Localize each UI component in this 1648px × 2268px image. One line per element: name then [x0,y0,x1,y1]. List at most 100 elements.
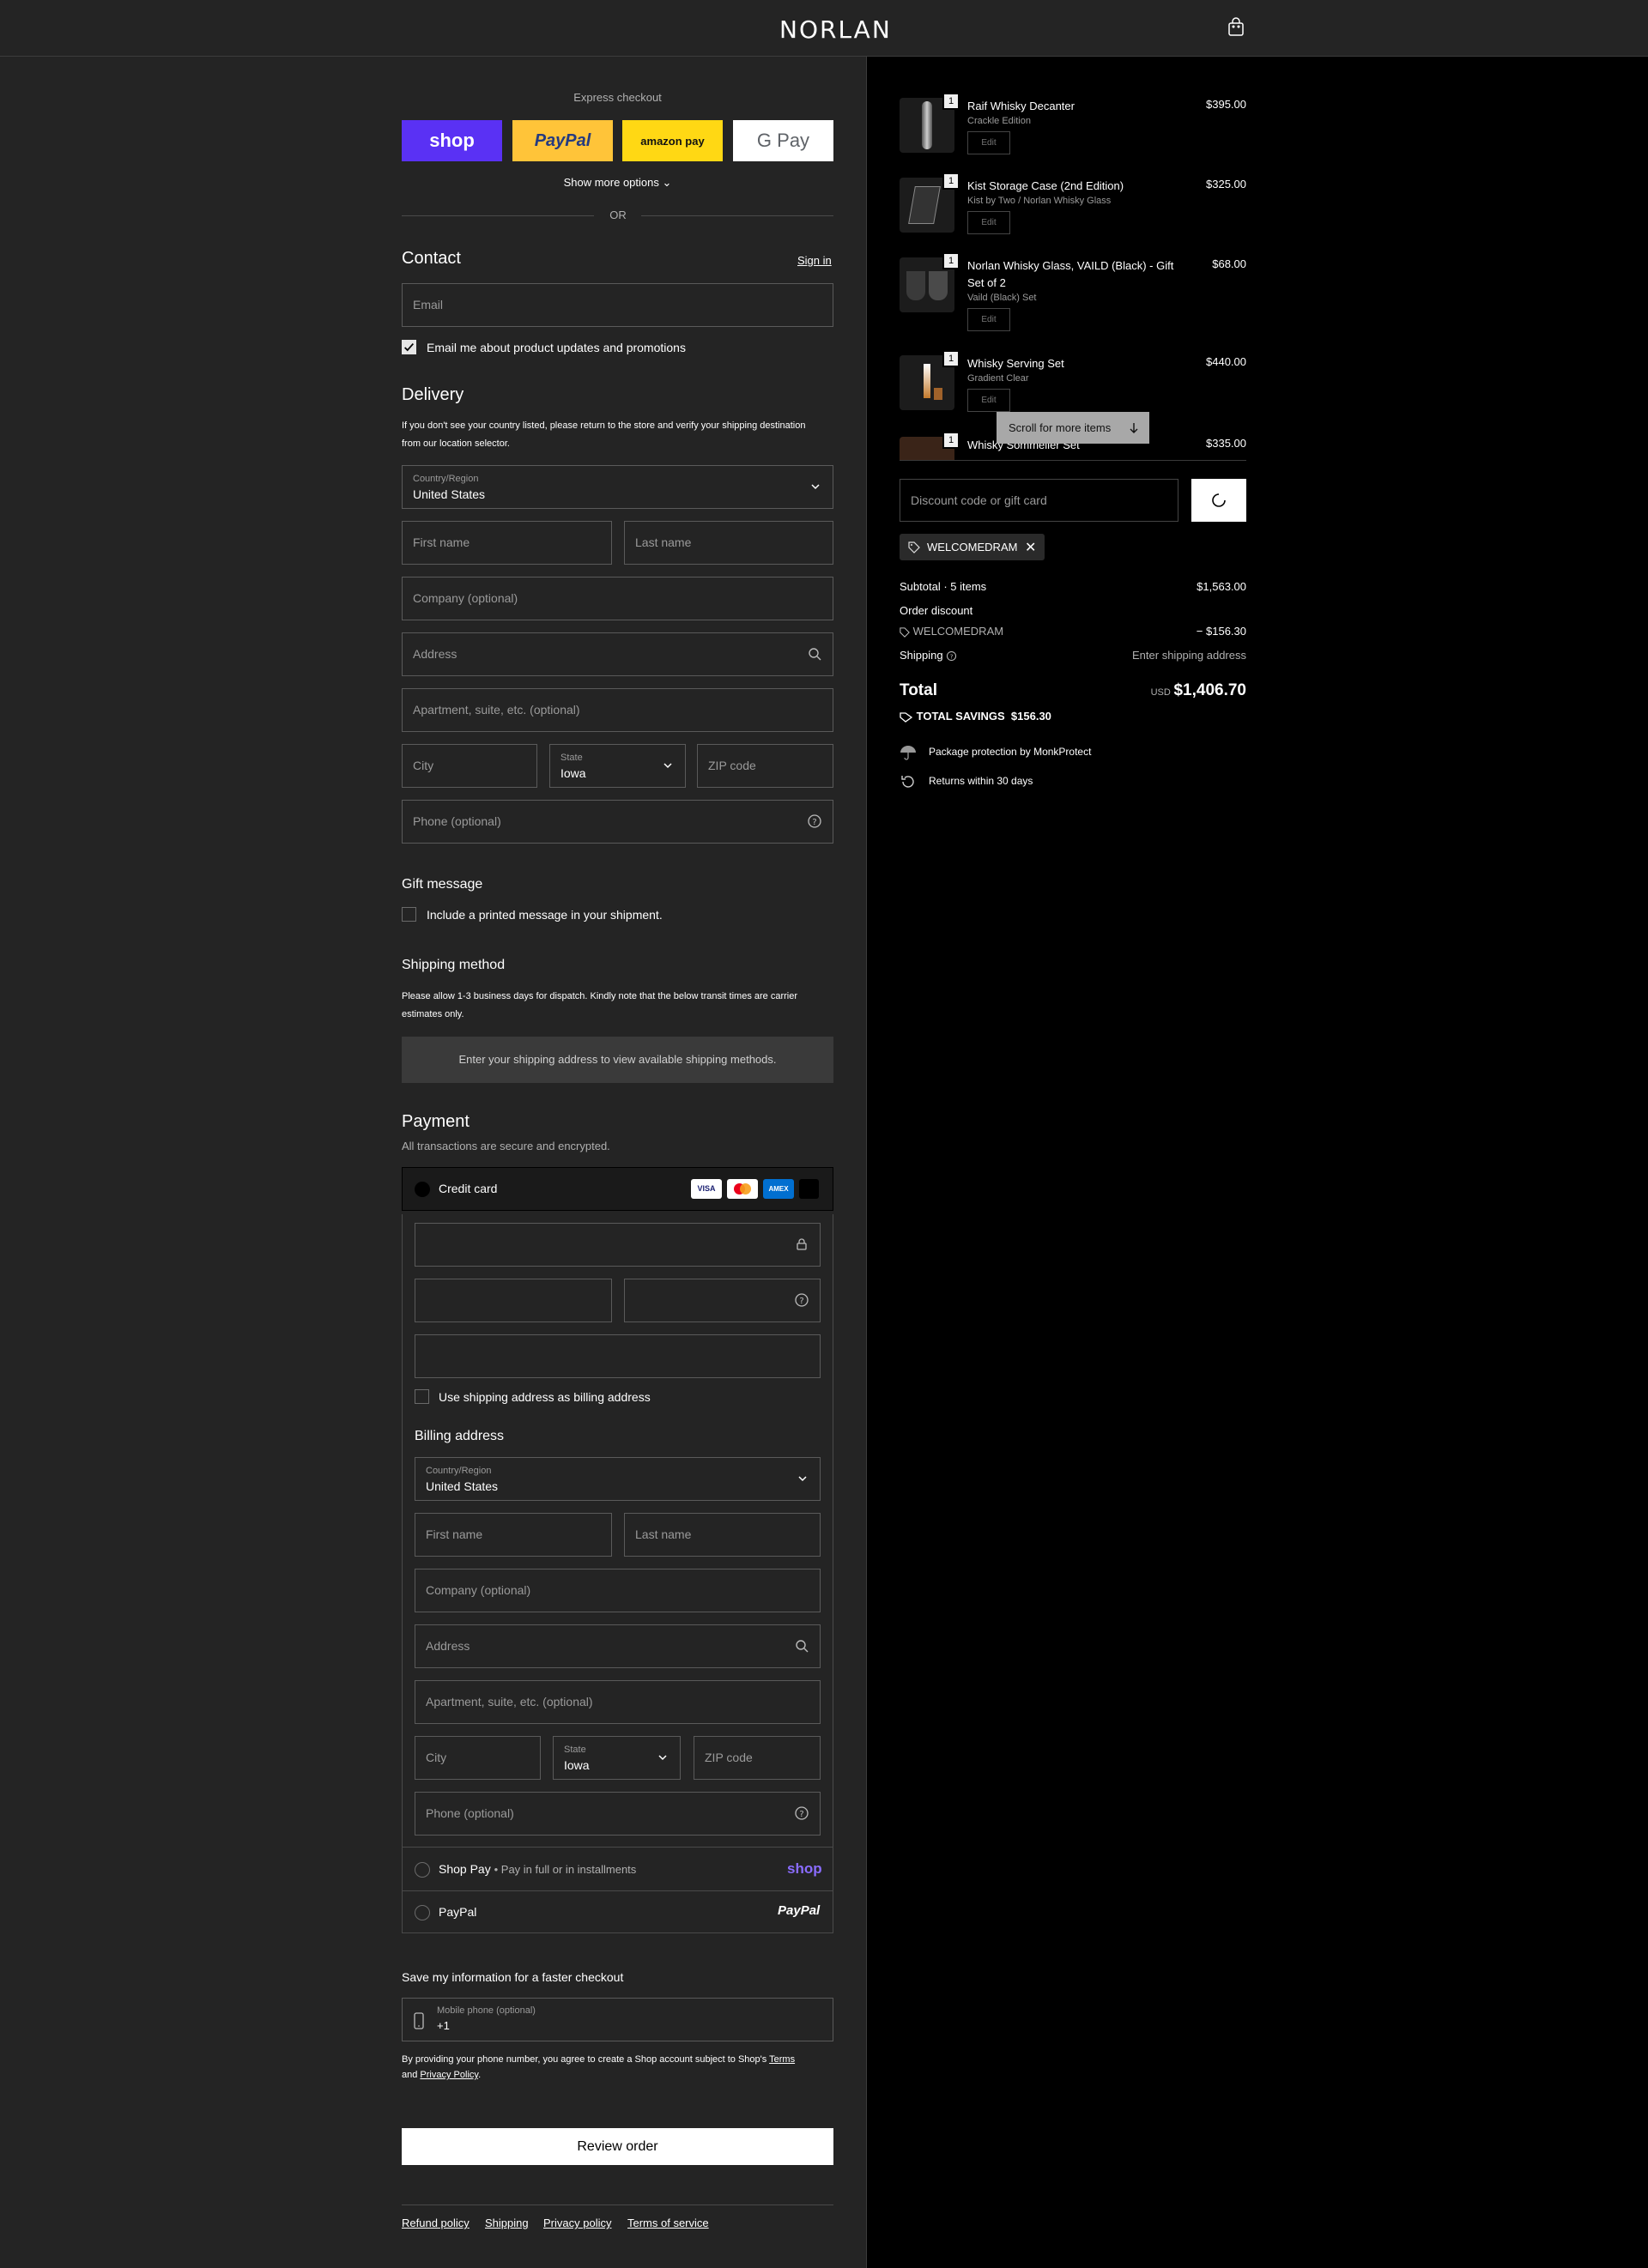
chevron-down-icon [658,1755,667,1761]
billing-zip-field[interactable]: ZIP code [694,1736,821,1780]
billing-apartment-field[interactable]: Apartment, suite, etc. (optional) [415,1680,821,1724]
card-number-field[interactable] [415,1223,821,1267]
expiration-field[interactable] [415,1279,612,1322]
state-select[interactable]: State Iowa [549,744,686,788]
item-name: Kist Storage Case (2nd Edition) [967,179,1124,192]
credit-card-radio[interactable] [415,1182,430,1197]
name-on-card-field[interactable] [415,1334,821,1378]
divider [900,460,1246,461]
terms-of-service-link[interactable]: Terms of service [627,2217,709,2229]
shopping-bag-icon[interactable] [1226,17,1246,38]
gift-message-checkbox[interactable] [402,907,416,922]
discount-row-code: WELCOMEDRAM [912,625,1004,638]
check-icon [404,342,415,352]
billing-phone-field[interactable]: Phone (optional)? [415,1792,821,1836]
help-icon[interactable]: ? [807,813,822,829]
shipping-label: Shipping [900,649,943,662]
divider [402,1847,833,1848]
use-shipping-checkbox[interactable] [415,1389,429,1404]
security-code-field[interactable]: ? [624,1279,821,1322]
city-field[interactable]: City [402,744,537,788]
billing-last-name-field[interactable]: Last name [624,1513,821,1557]
edit-item-button[interactable]: Edit [967,389,1010,412]
item-price: $395.00 [1206,98,1246,111]
show-more-options[interactable]: Show more options ⌄ [402,176,833,190]
terms-end: . [478,2070,482,2080]
newsletter-checkbox[interactable] [402,340,416,354]
arrow-down-icon [1130,423,1138,433]
terms-intro: By providing your phone number, you agre… [402,2054,767,2065]
company-field[interactable]: Company (optional) [402,577,833,620]
help-icon[interactable]: ? [794,1805,809,1821]
edit-item-button[interactable]: Edit [967,131,1010,154]
item-price: $325.00 [1206,178,1246,191]
zip-field[interactable]: ZIP code [697,744,833,788]
country-select[interactable]: Country/Region United States [402,465,833,509]
billing-country-label: Country/Region [426,1466,492,1476]
gift-message-label: Include a printed message in your shipme… [427,908,663,922]
address-field[interactable]: Address [402,632,833,676]
chevron-down-icon: ⌄ [662,176,672,189]
help-icon[interactable]: ? [794,1292,809,1308]
help-icon[interactable]: ? [946,650,957,662]
shop-pay-button[interactable]: shop [402,120,502,161]
google-pay-button[interactable]: G Pay [733,120,833,161]
shipping-policy-link[interactable]: Shipping [485,2217,529,2229]
state-value: Iowa [560,766,586,780]
phone-field[interactable]: Phone (optional)? [402,800,833,844]
discount-row: WELCOMEDRAM − $156.30 [900,625,1246,638]
payment-heading: Payment [402,1112,470,1131]
edit-item-button[interactable]: Edit [967,308,1010,331]
last-name-field[interactable]: Last name [624,521,833,565]
mobile-phone-label: Mobile phone (optional) [437,2005,536,2016]
remove-discount-icon[interactable]: ✕ [1025,539,1036,556]
quantity-badge: 1 [942,350,960,367]
total-row: Total USD $1,406.70 [900,681,1246,705]
paypal-button[interactable]: PayPal [512,120,613,161]
quantity-badge: 1 [942,252,960,269]
svg-text:?: ? [950,652,954,660]
billing-state-select[interactable]: State Iowa [553,1736,681,1780]
privacy-policy-footer-link[interactable]: Privacy policy [543,2217,611,2229]
shop-pay-sub: • Pay in full or in installments [494,1863,637,1876]
shop-pay-sub-text: Pay in full or in installments [500,1863,637,1876]
terms-link[interactable]: Terms [769,2054,795,2065]
billing-city-field[interactable]: City [415,1736,541,1780]
scroll-hint-label: Scroll for more items [1009,421,1112,434]
review-order-button[interactable]: Review order [402,2128,833,2165]
umbrella-icon [900,745,917,760]
edit-item-button[interactable]: Edit [967,211,1010,234]
discount-code-field[interactable]: Discount code or gift card [900,479,1178,522]
quantity-badge: 1 [942,172,960,190]
billing-city-placeholder: City [426,1751,447,1764]
refund-policy-link[interactable]: Refund policy [402,2217,470,2229]
first-name-placeholder: First name [413,535,470,549]
apartment-field[interactable]: Apartment, suite, etc. (optional) [402,688,833,732]
billing-company-field[interactable]: Company (optional) [415,1569,821,1612]
billing-first-name-field[interactable]: First name [415,1513,612,1557]
billing-address-placeholder: Address [426,1639,470,1653]
billing-address-field[interactable]: Address [415,1624,821,1668]
returns-icon [900,773,917,790]
paypal-radio[interactable] [415,1905,430,1920]
billing-country-select[interactable]: Country/Region United States [415,1457,821,1501]
first-name-field[interactable]: First name [402,521,612,565]
sign-in-link[interactable]: Sign in [797,254,832,267]
shop-pay-option[interactable]: Shop Pay • Pay in full or in installment… [439,1862,636,1876]
billing-first-name-placeholder: First name [426,1527,483,1541]
billing-apartment-placeholder: Apartment, suite, etc. (optional) [426,1695,593,1709]
privacy-policy-link[interactable]: Privacy Policy [420,2070,478,2080]
mobile-phone-field[interactable]: Mobile phone (optional) +1 [402,1998,833,2041]
shop-pay-radio[interactable] [415,1862,430,1878]
apply-discount-button[interactable] [1191,479,1246,522]
amazon-pay-button[interactable]: amazon pay [622,120,723,161]
svg-text:?: ? [812,818,816,827]
scroll-more-items-hint[interactable]: Scroll for more items [997,412,1149,444]
item-name: Whisky Serving Set [967,357,1064,370]
shipping-method-note: Please allow 1-3 business days for dispa… [402,991,798,1019]
brand-logo[interactable]: NORLAN [779,15,892,44]
shop-pay-logo: shop [787,1860,822,1877]
shipping-value: Enter shipping address [1132,649,1246,662]
total-label: Total [900,681,937,699]
email-field[interactable]: Email [402,283,833,327]
